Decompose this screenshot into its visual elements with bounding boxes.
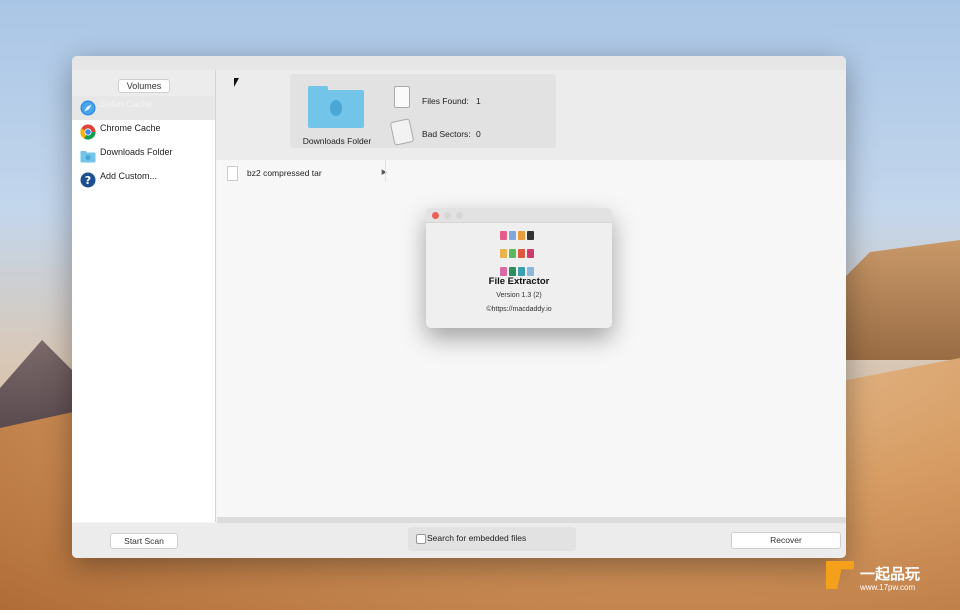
file-type-label: bz2 compressed tar bbox=[247, 168, 322, 178]
watermark-url: www.17pw.com bbox=[860, 583, 916, 592]
bad-sectors-value: 0 bbox=[476, 129, 481, 139]
scan-toolbar: Downloads Folder Files Found: 1 Bad Sect… bbox=[216, 70, 846, 160]
list-item[interactable]: bz2 compressed tar ▶ bbox=[227, 166, 387, 182]
sidebar-item-label: Downloads Folder bbox=[100, 147, 173, 157]
about-url[interactable]: ©https://macdaddy.io bbox=[426, 306, 612, 313]
column-divider bbox=[385, 160, 386, 182]
bottom-bar: Start Scan Search for embedded files Rec… bbox=[72, 523, 846, 558]
files-found-label: Files Found: bbox=[422, 96, 469, 106]
file-icon bbox=[394, 86, 410, 108]
sidebar-item-label: Safari Cache bbox=[100, 99, 153, 109]
about-titlebar bbox=[426, 208, 612, 223]
question-icon: ? bbox=[80, 172, 96, 188]
embedded-files-checkbox[interactable] bbox=[416, 534, 426, 544]
about-app-name: File Extractor bbox=[488, 276, 550, 287]
sidebar-item-safari-cache[interactable]: Safari Cache bbox=[72, 96, 215, 120]
start-scan-button[interactable]: Start Scan bbox=[110, 533, 178, 549]
embedded-files-label: Search for embedded files bbox=[427, 533, 527, 543]
close-icon[interactable] bbox=[432, 212, 439, 219]
bad-sectors-label: Bad Sectors: bbox=[422, 129, 471, 139]
recover-button[interactable]: Recover bbox=[731, 532, 841, 549]
volumes-header-button[interactable]: Volumes bbox=[118, 79, 170, 93]
files-found-value: 1 bbox=[476, 96, 481, 106]
about-version: Version 1.3 (2) bbox=[496, 292, 542, 299]
watermark-text: 一起品玩 bbox=[860, 566, 921, 583]
volumes-sidebar: Volumes Safari Cache Chrome Cache Downlo… bbox=[72, 70, 216, 522]
file-type-icon bbox=[227, 166, 238, 181]
zoom-icon bbox=[456, 212, 463, 219]
app-logo-icon bbox=[499, 228, 541, 282]
embedded-option-panel: Search for embedded files bbox=[408, 527, 576, 551]
sidebar-item-chrome-cache[interactable]: Chrome Cache bbox=[72, 120, 215, 144]
downloads-folder-icon bbox=[308, 86, 364, 128]
sidebar-item-label: Chrome Cache bbox=[100, 123, 161, 133]
sidebar-header: Volumes bbox=[72, 70, 215, 96]
sidebar-item-add-custom[interactable]: ? Add Custom... bbox=[72, 168, 215, 192]
site-watermark: 一起品玩 www.17pw.com bbox=[826, 561, 952, 597]
chrome-icon bbox=[80, 124, 96, 140]
minimize-icon bbox=[444, 212, 451, 219]
safari-icon bbox=[80, 100, 96, 116]
sidebar-item-label: Add Custom... bbox=[100, 171, 158, 181]
watermark-logo-icon bbox=[826, 561, 854, 589]
sidebar-item-downloads-folder[interactable]: Downloads Folder bbox=[72, 144, 215, 168]
folder-icon bbox=[80, 151, 96, 163]
window-titlebar[interactable] bbox=[72, 56, 846, 70]
selected-volume-label: Downloads Folder bbox=[302, 136, 372, 146]
svg-text:?: ? bbox=[85, 174, 91, 187]
about-dialog: File Extractor Version 1.3 (2) ©https://… bbox=[426, 208, 612, 328]
mouse-cursor-icon bbox=[234, 78, 239, 87]
